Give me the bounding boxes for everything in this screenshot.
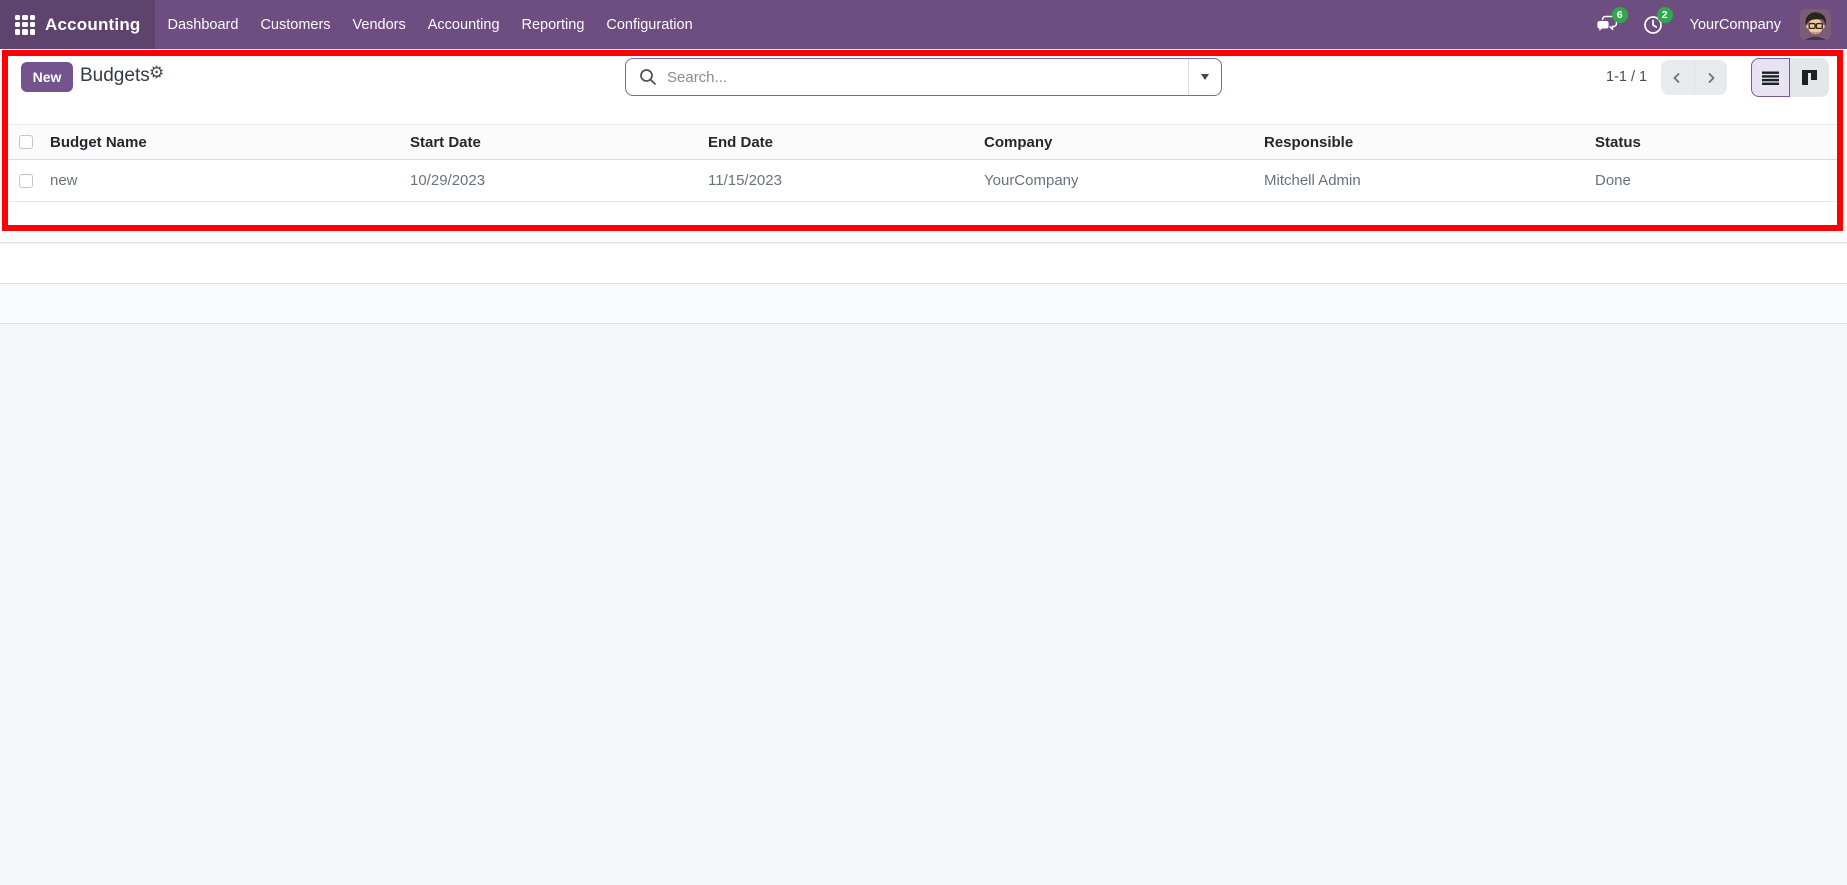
avatar-image bbox=[1800, 9, 1831, 40]
search-bar bbox=[625, 58, 1222, 96]
cell-responsible: Mitchell Admin bbox=[1254, 160, 1585, 201]
background-band bbox=[0, 244, 1847, 284]
apps-menu-button[interactable]: Accounting bbox=[0, 0, 155, 49]
table-row[interactable]: new 10/29/2023 11/15/2023 YourCompany Mi… bbox=[2, 160, 1843, 202]
pager-buttons bbox=[1661, 60, 1727, 95]
app-brand-label: Accounting bbox=[45, 15, 141, 35]
chevron-right-icon bbox=[1705, 72, 1717, 84]
row-checkbox[interactable] bbox=[19, 174, 33, 188]
messages-badge: 6 bbox=[1612, 7, 1628, 23]
main-menu: Dashboard Customers Vendors Accounting R… bbox=[157, 0, 704, 49]
column-header-end-date[interactable]: End Date bbox=[698, 125, 974, 159]
new-button[interactable]: New bbox=[21, 62, 73, 92]
menu-item-vendors[interactable]: Vendors bbox=[342, 0, 417, 49]
view-switcher bbox=[1751, 58, 1829, 97]
pager-previous-button[interactable] bbox=[1661, 60, 1694, 95]
background-band bbox=[0, 231, 1847, 243]
gear-icon[interactable]: ⚙ bbox=[149, 63, 164, 83]
column-header-budget-name[interactable]: Budget Name bbox=[42, 125, 400, 159]
search-options-toggle[interactable] bbox=[1188, 59, 1221, 95]
company-switcher[interactable]: YourCompany bbox=[1690, 17, 1781, 33]
menu-item-configuration[interactable]: Configuration bbox=[595, 0, 703, 49]
pager-next-button[interactable] bbox=[1694, 60, 1728, 95]
background-band bbox=[0, 285, 1847, 324]
page: Accounting Dashboard Customers Vendors A… bbox=[0, 0, 1847, 885]
cell-budget-name: new bbox=[42, 160, 400, 201]
messages-button[interactable]: 6 bbox=[1596, 15, 1618, 35]
page-title: Budgets bbox=[80, 65, 150, 87]
column-header-responsible[interactable]: Responsible bbox=[1254, 125, 1585, 159]
menu-item-reporting[interactable]: Reporting bbox=[511, 0, 596, 49]
pager-range[interactable]: 1-1 / 1 bbox=[1606, 69, 1647, 85]
top-navbar: Accounting Dashboard Customers Vendors A… bbox=[0, 0, 1847, 49]
search-input[interactable] bbox=[667, 69, 1188, 86]
apps-grid-icon bbox=[15, 15, 35, 35]
column-header-start-date[interactable]: Start Date bbox=[400, 125, 698, 159]
column-header-status[interactable]: Status bbox=[1585, 125, 1843, 159]
chevron-left-icon bbox=[1671, 72, 1683, 84]
kanban-view-icon bbox=[1802, 70, 1817, 85]
column-header-company[interactable]: Company bbox=[974, 125, 1254, 159]
cell-start-date: 10/29/2023 bbox=[400, 160, 698, 201]
chevron-down-icon bbox=[1201, 74, 1209, 80]
cell-end-date: 11/15/2023 bbox=[698, 160, 974, 201]
user-avatar[interactable] bbox=[1800, 9, 1831, 40]
activities-button[interactable]: 2 bbox=[1643, 15, 1663, 35]
menu-item-customers[interactable]: Customers bbox=[249, 0, 341, 49]
table-header-row: Budget Name Start Date End Date Company … bbox=[2, 124, 1843, 160]
select-all-checkbox[interactable] bbox=[19, 135, 33, 149]
search-icon bbox=[639, 68, 657, 86]
row-select-cell bbox=[2, 160, 42, 201]
cell-company: YourCompany bbox=[974, 160, 1254, 201]
list-view-icon bbox=[1762, 71, 1779, 85]
list-view-button[interactable] bbox=[1751, 58, 1790, 97]
menu-item-accounting[interactable]: Accounting bbox=[417, 0, 511, 49]
select-all-cell bbox=[2, 125, 42, 159]
menu-item-dashboard[interactable]: Dashboard bbox=[157, 0, 250, 49]
systray: 6 2 YourCompany bbox=[1571, 9, 1847, 40]
activities-badge: 2 bbox=[1657, 7, 1673, 23]
kanban-view-button[interactable] bbox=[1790, 58, 1829, 97]
cell-status: Done bbox=[1585, 160, 1843, 201]
